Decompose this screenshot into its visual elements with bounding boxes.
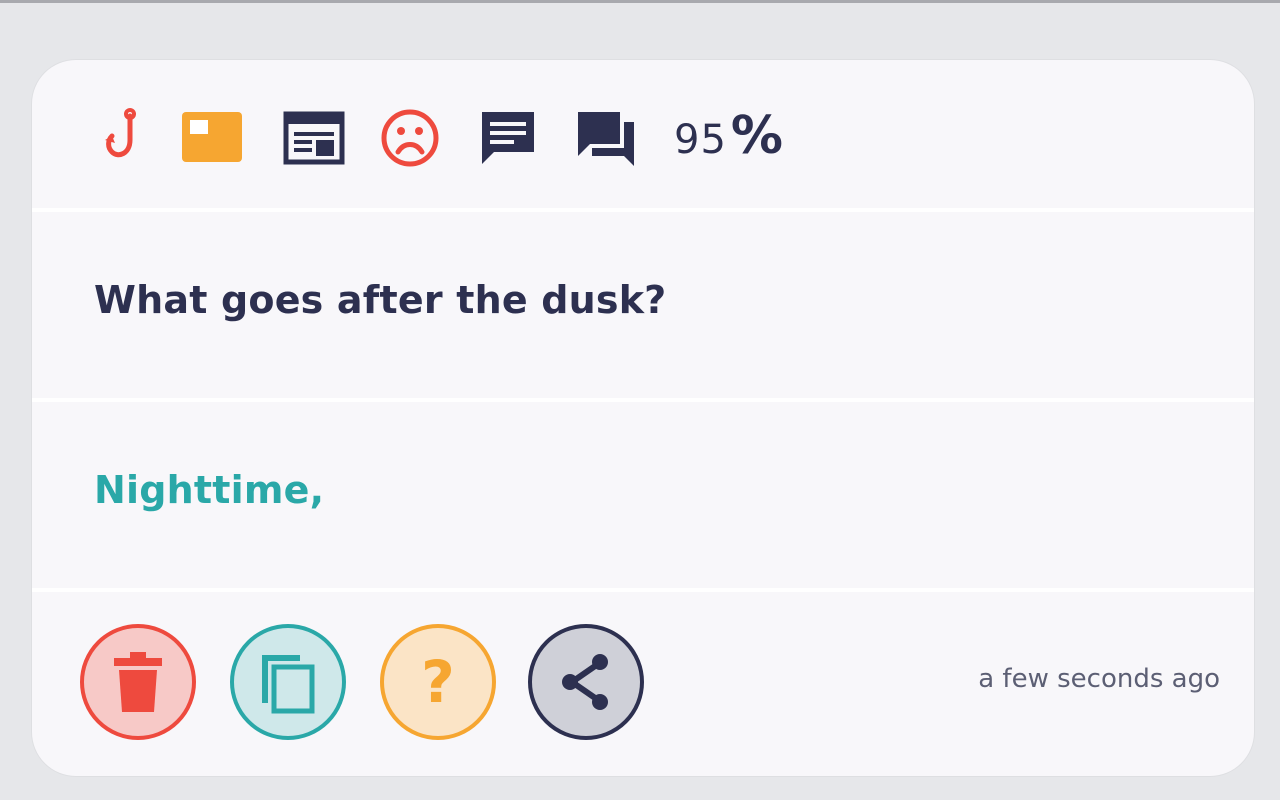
delete-button[interactable] bbox=[80, 624, 196, 740]
window-top-edge bbox=[0, 0, 1280, 3]
copy-button[interactable] bbox=[230, 624, 346, 740]
calendar-table-icon[interactable] bbox=[282, 106, 346, 170]
share-icon bbox=[562, 654, 608, 710]
card-image-icon[interactable] bbox=[180, 106, 244, 170]
timestamp: a few seconds ago bbox=[978, 664, 1220, 694]
chat-bubble-icon[interactable] bbox=[476, 106, 540, 170]
sad-face-icon[interactable] bbox=[378, 106, 442, 170]
divider bbox=[32, 208, 1254, 212]
share-button[interactable] bbox=[528, 624, 644, 740]
question-text: What goes after the dusk? bbox=[94, 278, 667, 322]
trash-icon bbox=[114, 652, 162, 712]
divider bbox=[32, 398, 1254, 402]
question-mark-icon: ? bbox=[421, 648, 455, 716]
divider bbox=[32, 588, 1254, 592]
flashcard: 95% What goes after the dusk? Nighttime,… bbox=[32, 60, 1254, 776]
help-button[interactable]: ? bbox=[380, 624, 496, 740]
toolbar: 95% bbox=[32, 60, 1254, 208]
score-value: 95 bbox=[674, 117, 727, 163]
score-percent: 95% bbox=[674, 102, 783, 170]
forum-icon[interactable] bbox=[574, 106, 638, 170]
answer-text: Nighttime, bbox=[94, 468, 325, 512]
percent-sign: % bbox=[730, 106, 784, 166]
hook-icon[interactable] bbox=[88, 106, 152, 170]
copy-icon bbox=[262, 655, 315, 714]
